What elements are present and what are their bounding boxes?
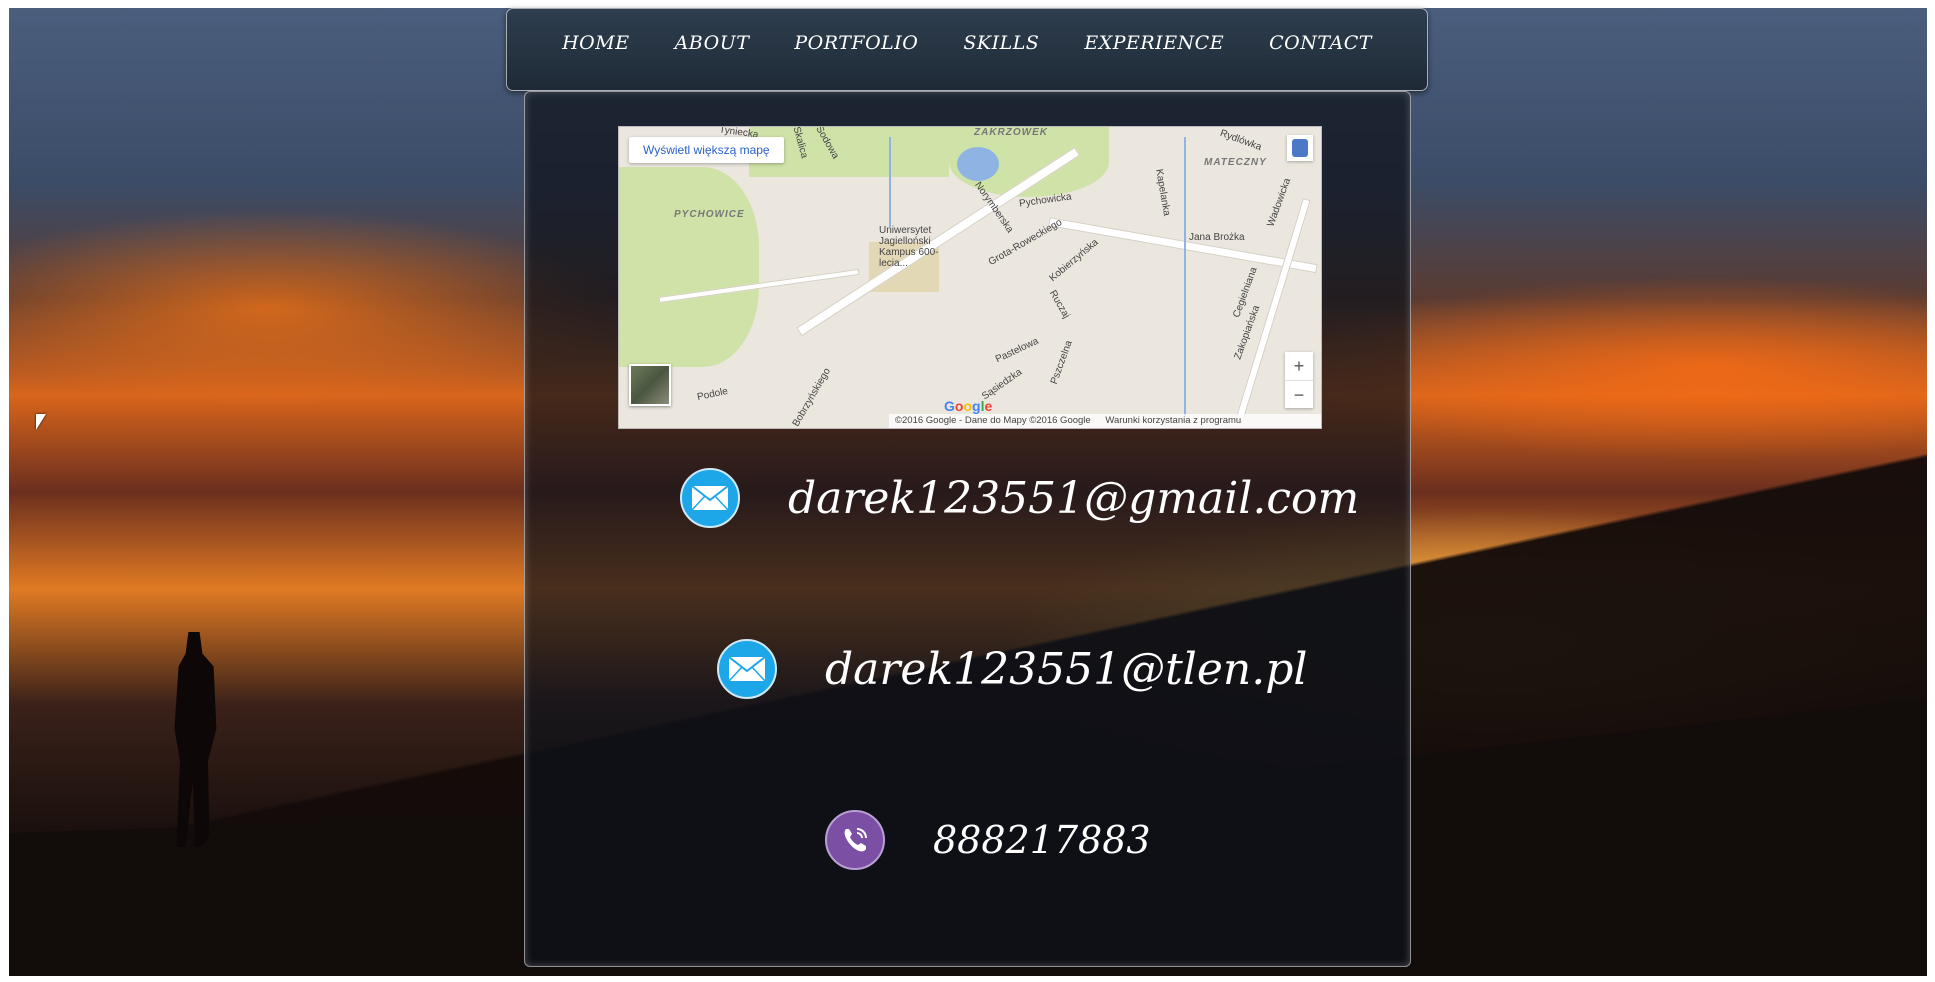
phone-number-text[interactable]: 888217883 [933,818,1151,862]
zoom-out-button[interactable]: − [1285,380,1313,409]
contact-email-gmail: darek123551@gmail.com [680,468,1359,528]
map-label: Rydlówka [1218,127,1263,154]
map-label: Pastelowa [993,335,1041,366]
mail-icon[interactable] [717,639,777,699]
map-copyright: ©2016 Google - Dane do Mapy ©2016 Google [895,415,1091,426]
contact-phone: 888217883 [825,810,1151,870]
nav-menu: HOME ABOUT PORTFOLIO SKILLS EXPERIENCE C… [507,32,1427,54]
zoom-in-button[interactable]: + [1285,352,1313,380]
zoom-control: + − [1285,352,1313,408]
satellite-toggle[interactable] [629,364,671,406]
map-river [1184,137,1186,417]
google-map-embed[interactable]: ZAKRZÓWEK PYCHOWICE MATECZNY Uniwersytet… [618,126,1322,429]
map-label: MATECZNY [1204,157,1267,168]
map-label: Sąsiedzka [980,366,1025,403]
map-label: Ruczaj [1046,288,1072,321]
pegman-icon[interactable] [1287,135,1313,161]
contact-panel: ZAKRZÓWEK PYCHOWICE MATECZNY Uniwersytet… [524,91,1411,967]
nav-experience[interactable]: EXPERIENCE [1084,32,1224,54]
nav-home[interactable]: HOME [562,32,629,54]
map-label: ZAKRZÓWEK [974,127,1048,138]
google-logo: Google [944,398,993,414]
map-label: Kobierzyńska [1047,236,1101,285]
map-label: Pszczelna [1048,339,1075,386]
map-label: PYCHOWICE [674,209,745,220]
map-river [889,137,891,227]
top-navbar: HOME ABOUT PORTFOLIO SKILLS EXPERIENCE C… [506,8,1428,91]
map-label: Podole [696,385,729,404]
map-label: Uniwersytet Jagielloński Kampus 600-leci… [879,225,939,269]
map-label: Kapelanka [1153,168,1173,217]
map-label: Jana Brożka [1189,232,1245,243]
map-label: Wadowicka [1265,176,1294,229]
map-label: Bobrzyńskiego [790,366,833,429]
person-silhouette [174,632,217,847]
map-terms-link[interactable]: Warunki korzystania z programu [1105,415,1241,426]
mouse-cursor-icon [36,414,46,430]
viber-phone-icon[interactable] [825,810,885,870]
mail-icon[interactable] [680,468,740,528]
nav-skills[interactable]: SKILLS [963,32,1039,54]
map-park-area [619,167,759,367]
nav-portfolio[interactable]: PORTFOLIO [794,32,918,54]
map-attribution: ©2016 Google - Dane do Mapy ©2016 Google… [889,414,1321,428]
contact-email-tlen: darek123551@tlen.pl [717,639,1307,699]
map-lake [957,147,999,181]
nav-about[interactable]: ABOUT [675,32,750,54]
email-gmail-text[interactable]: darek123551@gmail.com [788,473,1359,524]
nav-contact[interactable]: CONTACT [1269,32,1372,54]
email-tlen-text[interactable]: darek123551@tlen.pl [825,644,1307,695]
larger-map-link[interactable]: Wyświetl większą mapę [629,137,784,163]
